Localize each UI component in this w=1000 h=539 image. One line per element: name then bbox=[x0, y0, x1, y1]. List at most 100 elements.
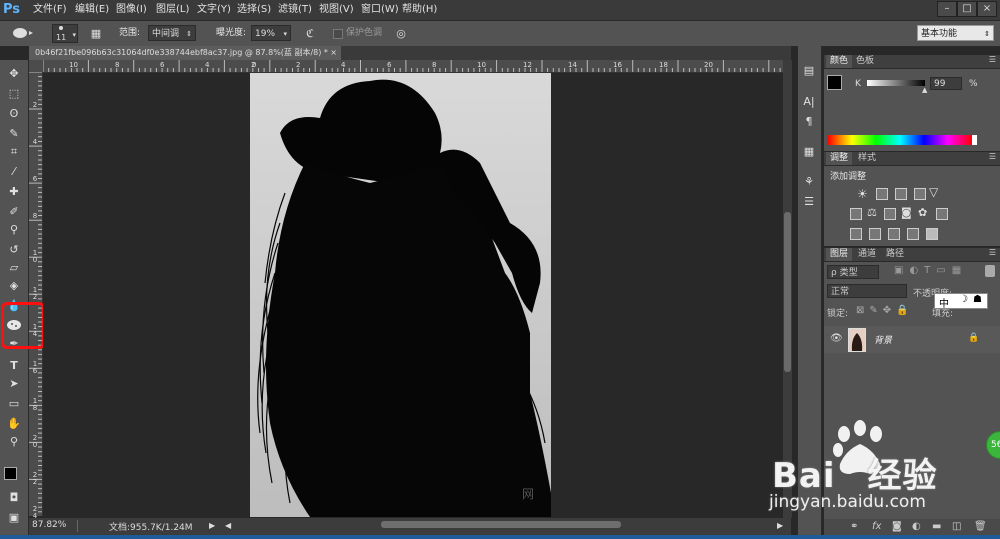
menu-image[interactable]: 图像(I) bbox=[116, 0, 147, 20]
history-brush-tool-icon[interactable]: ↺ bbox=[4, 242, 24, 258]
menu-filter[interactable]: 滤镜(T) bbox=[278, 0, 312, 20]
tab-color[interactable]: 颜色 bbox=[826, 55, 853, 68]
exposure-input[interactable]: 19% ▾ bbox=[251, 25, 291, 41]
move-tool-icon[interactable]: ✥ bbox=[4, 66, 24, 82]
eraser-tool-icon[interactable]: ▱ bbox=[4, 260, 24, 276]
range-select[interactable]: 中间调 ⇕ bbox=[148, 25, 196, 41]
brush-presets-icon[interactable]: ▦ bbox=[800, 144, 818, 160]
gradient-map-icon[interactable] bbox=[907, 228, 919, 240]
scroll-left-arrow-icon[interactable]: ◀ bbox=[225, 521, 231, 530]
pressure-icon[interactable]: ◎ bbox=[393, 26, 409, 41]
lasso-tool-icon[interactable]: ʘ bbox=[4, 106, 24, 122]
tab-channels[interactable]: 通道 bbox=[854, 248, 880, 261]
marquee-tool-icon[interactable]: ⬚ bbox=[4, 86, 24, 102]
menu-layer[interactable]: 图层(L) bbox=[156, 0, 189, 20]
paragraph-panel-icon[interactable]: ¶ bbox=[800, 114, 818, 130]
properties-icon[interactable]: ☰ bbox=[800, 194, 818, 210]
color-lookup-icon[interactable] bbox=[936, 208, 948, 220]
curves-icon[interactable] bbox=[895, 188, 907, 200]
menu-file[interactable]: 文件(F) bbox=[33, 0, 67, 20]
menu-view[interactable]: 视图(V) bbox=[319, 0, 354, 20]
document-image[interactable]: 网 bbox=[250, 73, 551, 517]
menu-help[interactable]: 帮助(H) bbox=[402, 0, 437, 20]
new-layer-icon[interactable]: ◫ bbox=[952, 521, 961, 532]
foreground-color-swatch[interactable] bbox=[827, 75, 842, 90]
hue-saturation-icon[interactable] bbox=[850, 208, 862, 220]
tool-presets-icon[interactable]: ⚘ bbox=[800, 174, 818, 190]
quick-mask-icon[interactable]: ◘ bbox=[4, 490, 24, 506]
color-balance-icon[interactable]: ⚖ bbox=[867, 206, 877, 219]
new-group-icon[interactable]: ▬ bbox=[932, 521, 941, 532]
vibrance-icon[interactable]: ▽ bbox=[929, 185, 938, 199]
screen-mode-icon[interactable]: ▣ bbox=[4, 510, 24, 526]
add-mask-icon[interactable]: ◙ bbox=[892, 521, 902, 532]
menu-type[interactable]: 文字(Y) bbox=[197, 0, 231, 20]
k-value-input[interactable]: 99 bbox=[930, 77, 962, 90]
foreground-color-swatch[interactable] bbox=[4, 467, 17, 480]
invert-icon[interactable] bbox=[850, 228, 862, 240]
hand-tool-icon[interactable]: ✋ bbox=[4, 416, 24, 432]
ime-mode[interactable]: 中 bbox=[939, 295, 949, 310]
user-icon[interactable]: ☗ bbox=[973, 294, 982, 305]
layer-name[interactable]: 背景 bbox=[874, 333, 892, 346]
layer-filter-select[interactable]: ρ 类型 bbox=[827, 265, 879, 279]
lock-icons[interactable]: ⊠✎✥🔒 bbox=[856, 305, 914, 316]
horizontal-scroll-thumb[interactable] bbox=[381, 521, 621, 528]
tab-styles[interactable]: 样式 bbox=[854, 152, 880, 165]
scroll-right-arrow-icon[interactable]: ▶ bbox=[777, 521, 783, 530]
sponge-tool-preset-icon[interactable] bbox=[12, 26, 34, 40]
path-select-tool-icon[interactable]: ➤ bbox=[4, 376, 24, 392]
paint-bucket-tool-icon[interactable]: ◈ bbox=[4, 278, 24, 294]
black-white-icon[interactable] bbox=[884, 208, 896, 220]
adjustment-layer-icon[interactable]: ◐ bbox=[912, 521, 921, 532]
close-button[interactable]: × bbox=[977, 1, 997, 17]
protect-tones-checkbox[interactable] bbox=[333, 29, 343, 39]
delete-layer-icon[interactable]: 🗑 bbox=[974, 521, 987, 532]
shape-tool-icon[interactable]: ▭ bbox=[4, 396, 24, 412]
history-panel-icon[interactable]: ▤ bbox=[800, 63, 818, 79]
tab-layers[interactable]: 图层 bbox=[826, 248, 853, 261]
clone-stamp-tool-icon[interactable]: ⚲ bbox=[4, 222, 24, 238]
quick-select-tool-icon[interactable]: ✎ bbox=[4, 126, 24, 142]
document-tab[interactable]: 0b46f21fbe096b63c31064df0e338744ebf8ac37… bbox=[29, 46, 341, 60]
levels-icon[interactable] bbox=[876, 188, 888, 200]
slider-handle-icon[interactable]: ▲ bbox=[922, 86, 927, 94]
zoom-tool-icon[interactable]: ⚲ bbox=[4, 434, 24, 450]
tab-swatches[interactable]: 色板 bbox=[852, 55, 878, 68]
layer-row-background[interactable]: 👁 背景 🔒 bbox=[824, 326, 1000, 353]
k-slider-track[interactable] bbox=[867, 80, 925, 86]
tab-adjustments[interactable]: 调整 bbox=[826, 152, 853, 165]
spectrum-bar[interactable] bbox=[828, 135, 972, 145]
panel-menu-icon[interactable]: ☰ bbox=[989, 55, 996, 64]
link-layers-icon[interactable]: ⚭ bbox=[850, 521, 858, 532]
crop-tool-icon[interactable]: ⌗ bbox=[4, 144, 24, 160]
brush-size-picker[interactable]: 11 ▾ bbox=[52, 24, 78, 43]
eye-icon[interactable]: 👁 bbox=[830, 333, 843, 344]
character-panel-icon[interactable]: A| bbox=[800, 94, 818, 110]
workspace-select[interactable]: 基本功能 ⇕ bbox=[917, 25, 994, 41]
blend-mode-select[interactable]: 正常 bbox=[827, 284, 907, 298]
photo-filter-icon[interactable]: ◙ bbox=[901, 206, 912, 219]
panel-menu-icon[interactable]: ☰ bbox=[989, 152, 996, 161]
channel-mixer-icon[interactable]: ✿ bbox=[918, 206, 927, 219]
menu-window[interactable]: 窗口(W) bbox=[361, 0, 399, 20]
posterize-icon[interactable] bbox=[869, 228, 881, 240]
healing-brush-tool-icon[interactable]: ✚ bbox=[4, 184, 24, 200]
type-tool-icon[interactable]: T bbox=[4, 358, 24, 374]
filter-icons[interactable]: ▣◐T▭▦ bbox=[894, 265, 967, 276]
threshold-icon[interactable] bbox=[888, 228, 900, 240]
brush-tool-icon[interactable]: ✐ bbox=[4, 204, 24, 220]
layer-style-icon[interactable]: fx bbox=[872, 521, 881, 532]
tab-close-icon[interactable]: × bbox=[330, 46, 337, 60]
brush-panel-icon[interactable]: ▦ bbox=[88, 26, 104, 41]
brightness-icon[interactable]: ☀ bbox=[857, 187, 868, 201]
menu-select[interactable]: 选择(S) bbox=[237, 0, 271, 20]
spectrum-white[interactable] bbox=[972, 135, 977, 145]
maximize-button[interactable]: □ bbox=[957, 1, 977, 17]
menu-edit[interactable]: 编辑(E) bbox=[75, 0, 109, 20]
status-menu-arrow-icon[interactable]: ▶ bbox=[209, 521, 215, 530]
moon-icon[interactable]: ☽ bbox=[959, 294, 968, 305]
eyedropper-tool-icon[interactable]: ⁄ bbox=[4, 164, 24, 180]
exposure-icon[interactable] bbox=[914, 188, 926, 200]
tab-paths[interactable]: 路径 bbox=[882, 248, 908, 261]
